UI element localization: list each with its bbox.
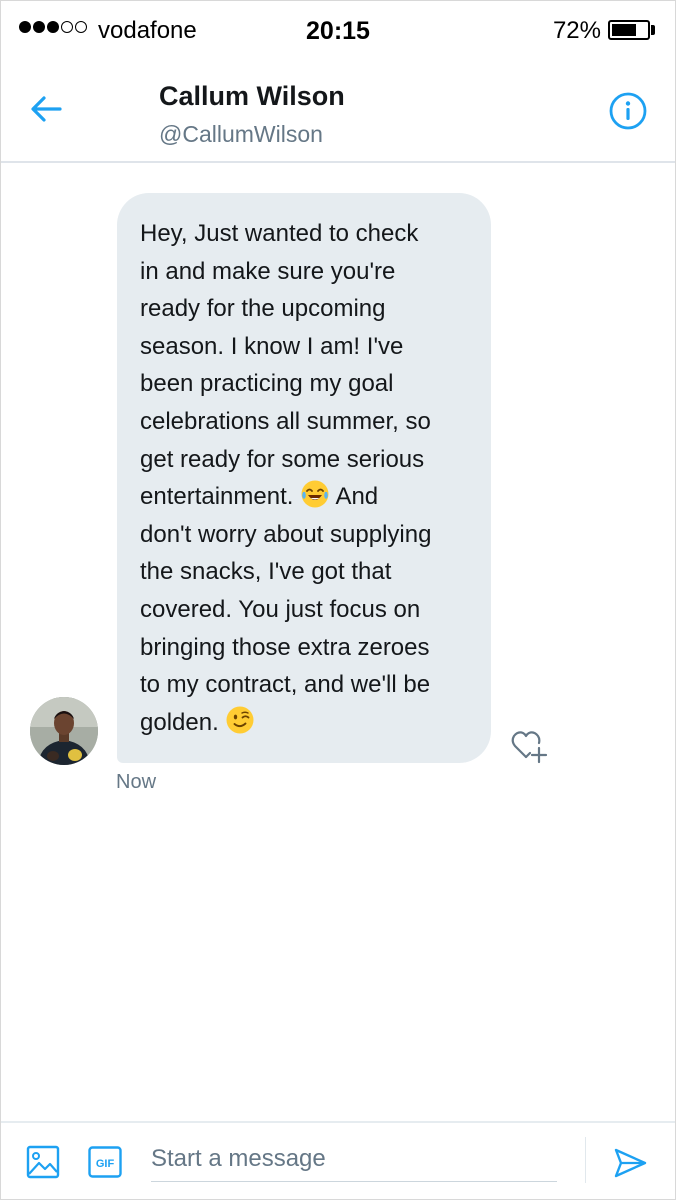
send-button[interactable] bbox=[612, 1145, 648, 1181]
phone-frame: vodafone 20:15 72% Callum Wilson @Callum… bbox=[0, 0, 676, 1200]
arrow-left-icon bbox=[31, 96, 62, 122]
message-line: to my contract, and we'll be bbox=[140, 671, 431, 699]
add-gif-button[interactable]: GIF bbox=[88, 1146, 122, 1178]
message-line: entertainment. bbox=[140, 483, 294, 511]
gif-icon: GIF bbox=[88, 1146, 122, 1178]
like-message-button[interactable] bbox=[510, 727, 552, 765]
message-line: covered. You just focus on bbox=[140, 595, 421, 623]
gif-label: GIF bbox=[96, 1158, 115, 1170]
battery-tip bbox=[651, 25, 655, 35]
message-line: don't worry about supplying bbox=[140, 520, 432, 548]
message-input[interactable] bbox=[151, 1137, 557, 1182]
info-button[interactable] bbox=[608, 91, 648, 131]
message-line: get ready for some serious bbox=[140, 445, 425, 473]
avatar-photo bbox=[30, 697, 98, 765]
contact-handle[interactable]: @CallumWilson bbox=[159, 121, 323, 148]
message-line: ready for the upcoming bbox=[140, 295, 386, 323]
message-line: And bbox=[335, 483, 379, 511]
message-line: the snacks, I've got that bbox=[140, 558, 392, 586]
send-icon bbox=[614, 1148, 647, 1178]
battery-percentage: 72% bbox=[552, 17, 601, 44]
message-composer: GIF bbox=[1, 1121, 675, 1201]
message-line: season. I know I am! I've bbox=[140, 332, 404, 360]
info-circle-icon bbox=[609, 92, 647, 130]
battery-level bbox=[612, 24, 636, 36]
back-button[interactable] bbox=[26, 89, 66, 129]
contact-name[interactable]: Callum Wilson bbox=[159, 81, 345, 112]
message-line: Hey, Just wanted to check bbox=[140, 220, 419, 247]
message-line: golden. bbox=[140, 708, 219, 736]
status-bar: vodafone 20:15 72% bbox=[1, 1, 675, 61]
heart-plus-icon bbox=[511, 731, 548, 764]
conversation-header: Callum Wilson @CallumWilson bbox=[1, 61, 675, 163]
message-line: been practicing my goal bbox=[140, 370, 394, 398]
message-bubble[interactable]: Hey, Just wanted to check in and make su… bbox=[117, 193, 491, 763]
winking-face-emoji bbox=[226, 706, 254, 734]
composer-divider bbox=[585, 1137, 586, 1183]
laughing-tears-emoji bbox=[301, 480, 329, 508]
message-line: celebrations all summer, so bbox=[140, 407, 431, 435]
image-icon bbox=[26, 1145, 60, 1179]
message-timestamp: Now bbox=[116, 771, 157, 793]
battery-icon bbox=[608, 20, 650, 40]
add-media-button[interactable] bbox=[26, 1145, 60, 1179]
message-text: Hey, Just wanted to check in and make su… bbox=[140, 215, 473, 741]
avatar[interactable] bbox=[30, 697, 98, 765]
message-line: in and make sure you're bbox=[140, 257, 396, 285]
message-line: bringing those extra zeroes bbox=[140, 633, 430, 661]
